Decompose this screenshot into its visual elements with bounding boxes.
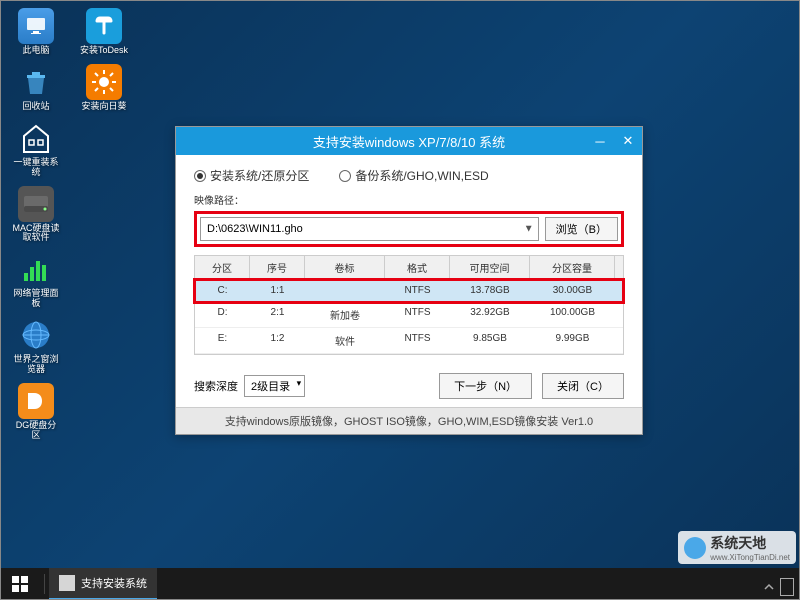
taskbar-item-installer[interactable]: 支持安装系统 xyxy=(49,568,157,600)
watermark-icon xyxy=(684,537,706,559)
desktop-icon-macdisk[interactable]: MAC硬盘读取软件 xyxy=(12,186,60,244)
sunflower-icon xyxy=(86,64,122,100)
table-header: 分区 序号 卷标 格式 可用空间 分区容量 xyxy=(195,256,623,280)
watermark-text: 系统天地 xyxy=(710,533,790,553)
start-button[interactable] xyxy=(0,568,40,600)
radio-label: 安装系统/还原分区 xyxy=(210,167,309,184)
icon-label: DG硬盘分区 xyxy=(12,421,60,441)
todesk-icon xyxy=(86,8,122,44)
next-button[interactable]: 下一步（N） xyxy=(439,373,532,399)
watermark-url: www.XiTongTianDi.net xyxy=(710,553,790,562)
icon-label: 回收站 xyxy=(22,102,49,112)
partition-table: 分区 序号 卷标 格式 可用空间 分区容量 C: 1:1 NTFS 13.78G… xyxy=(194,255,624,355)
close-button[interactable]: ✕ xyxy=(614,127,642,155)
desktop-icon-sunflower[interactable]: 安装向日葵 xyxy=(80,64,128,112)
table-row[interactable]: C: 1:1 NTFS 13.78GB 30.00GB xyxy=(195,280,623,302)
icon-label: 世界之窗浏览器 xyxy=(12,355,60,375)
desktop-icon-dg[interactable]: DG硬盘分区 xyxy=(12,383,60,441)
close-dialog-button[interactable]: 关闭（C） xyxy=(542,373,624,399)
col-fs: 格式 xyxy=(385,256,450,279)
task-label: 支持安装系统 xyxy=(81,575,147,591)
recycle-icon xyxy=(18,64,54,100)
dialog-footer: 支持windows原版镜像，GHOST ISO镜像，GHO,WIM,ESD镜像安… xyxy=(176,407,642,434)
col-drive: 分区 xyxy=(195,256,250,279)
taskbar: 支持安装系统 xyxy=(0,568,800,600)
desktop-icon-browser[interactable]: 世界之窗浏览器 xyxy=(12,317,60,375)
col-volume: 卷标 xyxy=(305,256,385,279)
pc-icon xyxy=(18,8,54,44)
icon-label: 此电脑 xyxy=(22,46,49,56)
icon-label: 安装向日葵 xyxy=(81,102,126,112)
taskbar-divider xyxy=(44,574,45,594)
notification-icon[interactable] xyxy=(780,578,794,596)
chevron-down-icon[interactable]: ▼ xyxy=(524,224,534,235)
dialog-titlebar[interactable]: 支持安装windows XP/7/8/10 系统 ─ ✕ xyxy=(176,127,642,155)
icon-label: 安装ToDesk xyxy=(80,46,128,56)
desktop-icon-pc[interactable]: 此电脑 xyxy=(12,8,60,56)
dg-icon xyxy=(18,383,54,419)
chevron-up-icon[interactable] xyxy=(762,580,776,594)
network-icon xyxy=(18,251,54,287)
desktop-icons: 此电脑 安装ToDesk 回收站 安装向日葵 一键重装系统 xyxy=(12,8,132,449)
icon-label: 一键重装系统 xyxy=(12,158,60,178)
path-label: 映像路径： xyxy=(194,192,624,207)
chevron-down-icon: ▾ xyxy=(297,378,302,389)
image-path-input[interactable]: D:\0623\WIN11.gho ▼ xyxy=(200,217,539,241)
desktop-icon-network[interactable]: 网络管理面板 xyxy=(12,251,60,309)
desktop-icon-todesk[interactable]: 安装ToDesk xyxy=(80,8,128,56)
highlight-path-row: D:\0623\WIN11.gho ▼ 浏览（B） xyxy=(194,211,624,247)
icon-label: MAC硬盘读取软件 xyxy=(12,224,60,244)
path-value: D:\0623\WIN11.gho xyxy=(207,223,303,235)
system-tray[interactable] xyxy=(762,578,794,596)
browse-button[interactable]: 浏览（B） xyxy=(545,217,618,241)
radio-install[interactable]: 安装系统/还原分区 xyxy=(194,167,309,184)
reinstall-icon xyxy=(18,120,54,156)
search-depth-label: 搜索深度 xyxy=(194,378,238,394)
table-row[interactable]: D: 2:1 新加卷 NTFS 32.92GB 100.00GB xyxy=(195,302,623,328)
desktop-icon-recycle[interactable]: 回收站 xyxy=(12,64,60,112)
radio-backup[interactable]: 备份系统/GHO,WIN,ESD xyxy=(339,167,488,184)
col-total: 分区容量 xyxy=(530,256,615,279)
radio-label: 备份系统/GHO,WIN,ESD xyxy=(355,167,488,184)
minimize-button[interactable]: ─ xyxy=(586,127,614,155)
table-row[interactable]: E: 1:2 软件 NTFS 9.85GB 9.99GB xyxy=(195,328,623,354)
col-index: 序号 xyxy=(250,256,305,279)
dialog-title: 支持安装windows XP/7/8/10 系统 xyxy=(313,132,505,151)
radio-icon xyxy=(194,170,206,182)
radio-icon xyxy=(339,170,351,182)
globe-icon xyxy=(18,317,54,353)
icon-label: 网络管理面板 xyxy=(12,289,60,309)
search-depth-select[interactable]: 2级目录 ▾ xyxy=(244,375,305,397)
watermark: 系统天地 www.XiTongTianDi.net xyxy=(678,531,796,564)
task-icon xyxy=(59,575,75,591)
desktop-icon-reinstall[interactable]: 一键重装系统 xyxy=(12,120,60,178)
col-free: 可用空间 xyxy=(450,256,530,279)
install-dialog: 支持安装windows XP/7/8/10 系统 ─ ✕ 安装系统/还原分区 备… xyxy=(175,126,643,435)
disk-icon xyxy=(18,186,54,222)
